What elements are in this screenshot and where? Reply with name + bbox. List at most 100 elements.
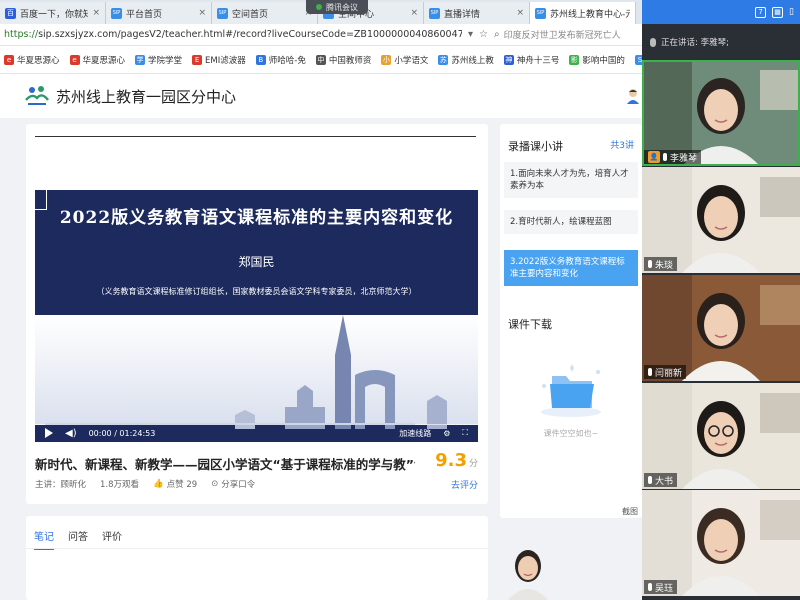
lesson-item-active[interactable]: 3.2022版义务教育语文课程标准主要内容和变化 (504, 250, 638, 286)
site-header: 苏州线上教育一园区分中心 (0, 74, 642, 118)
content-tab[interactable]: 笔记 (34, 528, 54, 550)
bookmark-item[interactable]: 苏苏州线上教 (438, 54, 494, 66)
close-icon[interactable]: × (92, 8, 100, 18)
content-tab[interactable]: 问答 (68, 528, 88, 550)
mic-icon (648, 260, 652, 268)
meeting-status-pill[interactable]: 腾讯会议 (306, 0, 368, 14)
mic-icon (650, 37, 656, 47)
bookmark-item[interactable]: B 师哈哈-免 (255, 54, 306, 66)
bookmark-label: 影响中国的 (582, 55, 625, 66)
bookmark-item[interactable]: 影影响中国的 (569, 54, 625, 66)
search-icon: ⌕ (494, 29, 500, 40)
share-button[interactable]: ⊙ 分享口令 (211, 478, 255, 490)
mic-icon (648, 476, 652, 484)
lesson-count: 共3讲 (610, 141, 634, 151)
bookmark-item[interactable]: E EMI滤波器 (192, 54, 246, 66)
participant-count-icon[interactable]: 7 (755, 6, 767, 18)
meeting-panel: 7 ▦ ▯ 正在讲话: 李雅琴; 👤 李雅琴 朱琰 闫丽新 大书 吴珏 (642, 0, 800, 600)
bookmark-item[interactable]: e 华夏思源心 (69, 54, 126, 66)
score-unit: 分 (468, 459, 478, 469)
bookmark-item[interactable]: 中中国教师资 (315, 54, 371, 66)
sip-icon: SIP (535, 7, 546, 19)
empty-folder-icon (541, 364, 601, 417)
browser-tab[interactable]: SIP空间首页× (212, 2, 318, 24)
dropdown-icon[interactable]: ▾ (468, 29, 473, 40)
url-path: sip.szxsjyzx.com/pagesV2/teacher.html#/r… (38, 29, 462, 40)
bookmark-icon: 小 (381, 54, 392, 65)
slide-author: 郑国民 (238, 255, 275, 269)
video-controls: ◀) 00:00 / 01:24:53 加速线路 ⚙ ⛶ (35, 424, 478, 442)
participant-nameplate: 闫丽新 (644, 365, 687, 379)
browser-tab-active[interactable]: SIP 苏州线上教育中心-元 (530, 2, 636, 24)
bookmark-label: 华夏思源心 (82, 55, 126, 66)
participant-tile[interactable]: 👤 李雅琴 (642, 60, 800, 166)
share-label: 分享口令 (221, 480, 256, 490)
mic-icon (648, 583, 652, 591)
lesson-item[interactable]: 2.育时代新人，绘课程蓝图 (504, 210, 638, 234)
browser-tab[interactable]: SIP 直播详情 × (424, 2, 530, 24)
bookmark-icon: B (255, 54, 266, 65)
expand-icon[interactable]: ▯ (789, 7, 794, 17)
speed-line-button[interactable]: 加速线路 (399, 428, 431, 439)
participant-tile[interactable]: 大书 (642, 383, 800, 489)
bookmark-item[interactable]: 小小学语文 (381, 54, 428, 66)
browser-tab[interactable]: 百百度一下，你就知道 × (0, 2, 106, 24)
bookmarks-bar: e 华夏思源心 e 华夏思源心学学院学堂 E EMI滤波器 B 师哈哈-免中中国教师资小小学语… (0, 46, 682, 74)
city-skyline-illustration (35, 315, 478, 442)
participant-name: 闫丽新 (655, 368, 683, 379)
mic-icon (648, 368, 652, 376)
video-top-rule (35, 136, 476, 137)
grid-view-icon[interactable]: ▦ (772, 6, 784, 18)
play-icon[interactable] (45, 428, 53, 438)
user-avatar-icon[interactable] (626, 88, 640, 104)
lecturer: 主讲：顾昕化 (35, 480, 87, 490)
video-slide: 2022版义务教育语文课程标准的主要内容和变化 郑国民 （义务教育语文课程标准修… (35, 190, 478, 315)
bookmark-item[interactable]: 学学院学堂 (135, 54, 182, 66)
rate-link[interactable]: 去评分 (451, 478, 478, 491)
search-hint-box[interactable]: ⌕ 印度反对世卫发布新冠死亡人 (494, 28, 638, 41)
bookmark-icon: 苏 (438, 54, 449, 65)
video-player[interactable]: 2022版义务教育语文课程标准的主要内容和变化 郑国民 （义务教育语文课程标准修… (35, 136, 478, 442)
bookmark-item[interactable]: e 华夏思源心 (4, 54, 60, 66)
bookmark-item[interactable]: 神神舟十三号 (503, 54, 559, 66)
floating-video-thumbnail[interactable] (502, 540, 554, 600)
bookmark-label: 小学语文 (394, 55, 429, 66)
bookmark-icon: 影 (569, 54, 580, 65)
course-score: 9.3 分 (435, 450, 478, 471)
close-icon[interactable]: × (198, 8, 206, 18)
participant-nameplate: 大书 (644, 473, 678, 487)
participant-tile[interactable]: 闫丽新 (642, 275, 800, 381)
settings-gear-icon[interactable]: ⚙ (443, 429, 450, 438)
lesson-sidebar: 录播课小讲 共3讲 1.面向未来人才为先，培育人才素养为本 2.育时代新人，绘课… (500, 124, 642, 518)
close-icon[interactable]: × (516, 8, 524, 18)
participant-name: 李雅琴 (670, 153, 698, 164)
participant-nameplate: 吴珏 (644, 580, 678, 594)
screenshot-button[interactable]: 截图 (622, 506, 638, 517)
site-logo-icon[interactable] (24, 84, 50, 108)
like-button[interactable]: 👍 点赞 29 (153, 478, 197, 490)
star-icon[interactable]: ☆ (479, 29, 488, 40)
address-bar: https://sip.szxsjyzx.com/pagesV2/teacher… (0, 24, 642, 46)
download-heading: 课件下载 (508, 318, 552, 331)
url-field[interactable]: https://sip.szxsjyzx.com/pagesV2/teacher… (4, 29, 462, 40)
fullscreen-icon[interactable]: ⛶ (462, 428, 468, 438)
volume-icon[interactable]: ◀) (65, 428, 77, 439)
tabs-divider (26, 548, 488, 549)
host-icon: 👤 (648, 151, 660, 163)
close-icon[interactable]: × (410, 8, 418, 18)
tab-title: 苏州线上教育中心-元 (550, 9, 630, 20)
lesson-list-heading: 录播课小讲 (508, 140, 563, 153)
bookmark-label: EMI滤波器 (205, 55, 246, 66)
tab-title: 直播详情 (444, 9, 481, 20)
slide-corner-mark (35, 190, 47, 210)
browser-tab[interactable]: SIP 平台首页 × (106, 2, 212, 24)
bookmark-label: 华夏思源心 (17, 55, 60, 66)
lesson-item[interactable]: 1.面向未来人才为先，培育人才素养为本 (504, 162, 638, 198)
participant-nameplate: 朱琰 (644, 257, 678, 271)
bookmark-icon: e (4, 54, 14, 65)
bookmark-label: 学院学堂 (148, 55, 183, 66)
participant-tile[interactable]: 吴珏 (642, 490, 800, 596)
participant-tile[interactable]: 朱琰 (642, 167, 800, 273)
content-tab[interactable]: 评价 (102, 528, 122, 550)
screen: 百百度一下，你就知道× SIP平台首页× SIP空间首页× SIP空间中心× S… (0, 0, 800, 600)
